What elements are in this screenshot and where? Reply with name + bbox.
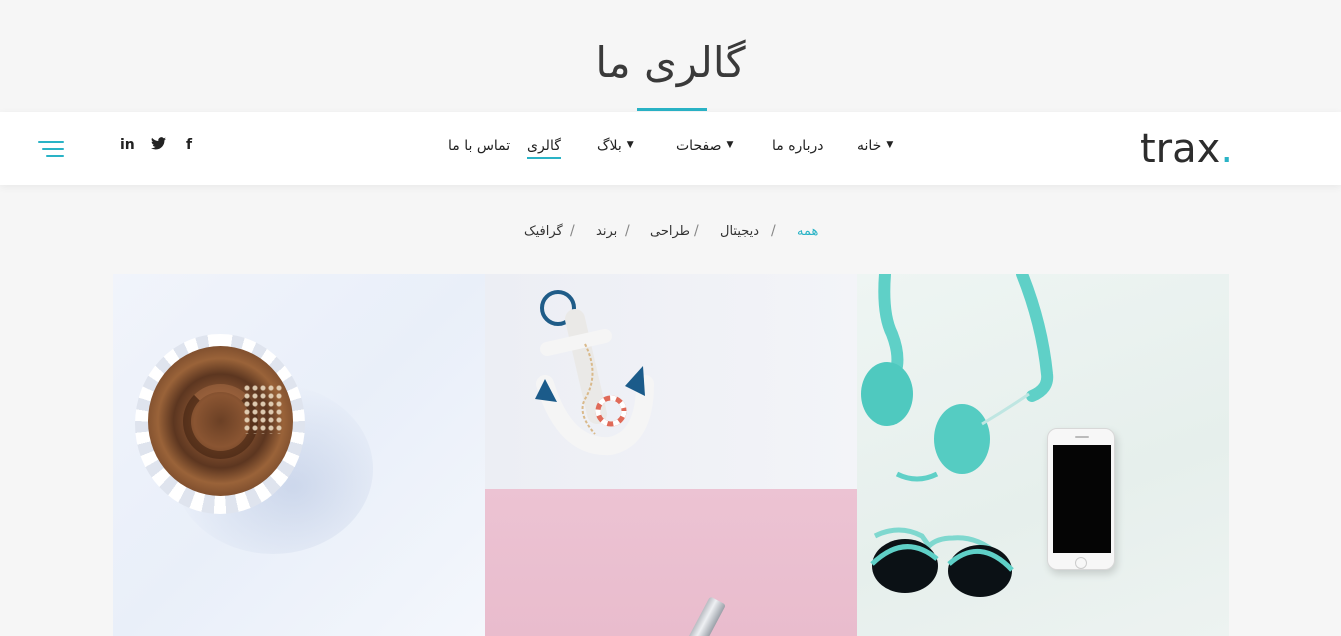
nav-item-label: تماس با ما: [448, 138, 511, 154]
gallery-item-pen[interactable]: [485, 489, 857, 636]
filter-all[interactable]: همه: [797, 224, 818, 239]
gallery-item-anchor[interactable]: [485, 274, 857, 489]
filter-separator: /: [771, 223, 776, 239]
hamburger-line: [42, 148, 64, 150]
nav-item-blog[interactable]: ▼ بلاگ: [597, 138, 634, 154]
facebook-icon[interactable]: f: [186, 137, 192, 153]
nav-item-about[interactable]: درباره ما: [772, 138, 823, 154]
filter-brand[interactable]: برند: [596, 224, 617, 239]
linkedin-icon[interactable]: in: [120, 137, 135, 153]
hamburger-line: [46, 155, 64, 157]
nav-item-gallery[interactable]: گالری: [527, 138, 561, 159]
gallery-item-headphones[interactable]: [857, 274, 1229, 636]
navbar: trax. ▼ خانه درباره ما ▼ صفحات ▼ بلاگ گالری…: [0, 112, 1341, 185]
nav-item-contact[interactable]: تماس با ما: [448, 138, 510, 154]
filter-separator: /: [570, 223, 575, 239]
nav-item-label: بلاگ: [597, 138, 622, 154]
chevron-down-icon: ▼: [626, 140, 634, 150]
logo-text: trax: [1140, 126, 1221, 172]
cupcake-sprinkles: [243, 384, 283, 434]
phone-home-button: [1075, 557, 1087, 569]
headphones-illustration: [861, 274, 1054, 597]
nav-item-label: گالری: [527, 138, 561, 154]
pen-image: [681, 596, 727, 636]
page-title: گالری ما: [595, 38, 746, 87]
phone-speaker: [1075, 436, 1089, 438]
hamburger-line: [38, 141, 64, 143]
hamburger-menu-icon[interactable]: [38, 141, 64, 157]
nav-item-pages[interactable]: ▼ صفحات: [676, 138, 733, 154]
title-underline: [637, 108, 707, 111]
chevron-down-icon: ▼: [886, 140, 894, 150]
logo[interactable]: trax.: [1140, 126, 1233, 172]
nav-item-label: درباره ما: [772, 138, 824, 154]
phone-screen: [1053, 445, 1111, 553]
nav-item-label: صفحات: [676, 138, 722, 154]
nav-item-home[interactable]: ▼ خانه: [857, 138, 893, 154]
filter-digital[interactable]: دیجیتال: [720, 224, 759, 239]
anchor-illustration: [535, 290, 654, 456]
twitter-icon[interactable]: [151, 137, 166, 154]
gallery-item-cupcake[interactable]: [113, 274, 485, 636]
page-header: گالری ما: [0, 0, 1341, 112]
chevron-down-icon: ▼: [726, 140, 734, 150]
filter-separator: /: [694, 223, 699, 239]
phone-image: [1047, 428, 1115, 570]
filter-design[interactable]: طراحی: [650, 224, 690, 239]
filter-graphic[interactable]: گرافیک: [524, 224, 563, 239]
logo-dot: .: [1220, 126, 1234, 172]
nav-item-label: خانه: [857, 138, 882, 154]
filter-separator: /: [625, 223, 630, 239]
